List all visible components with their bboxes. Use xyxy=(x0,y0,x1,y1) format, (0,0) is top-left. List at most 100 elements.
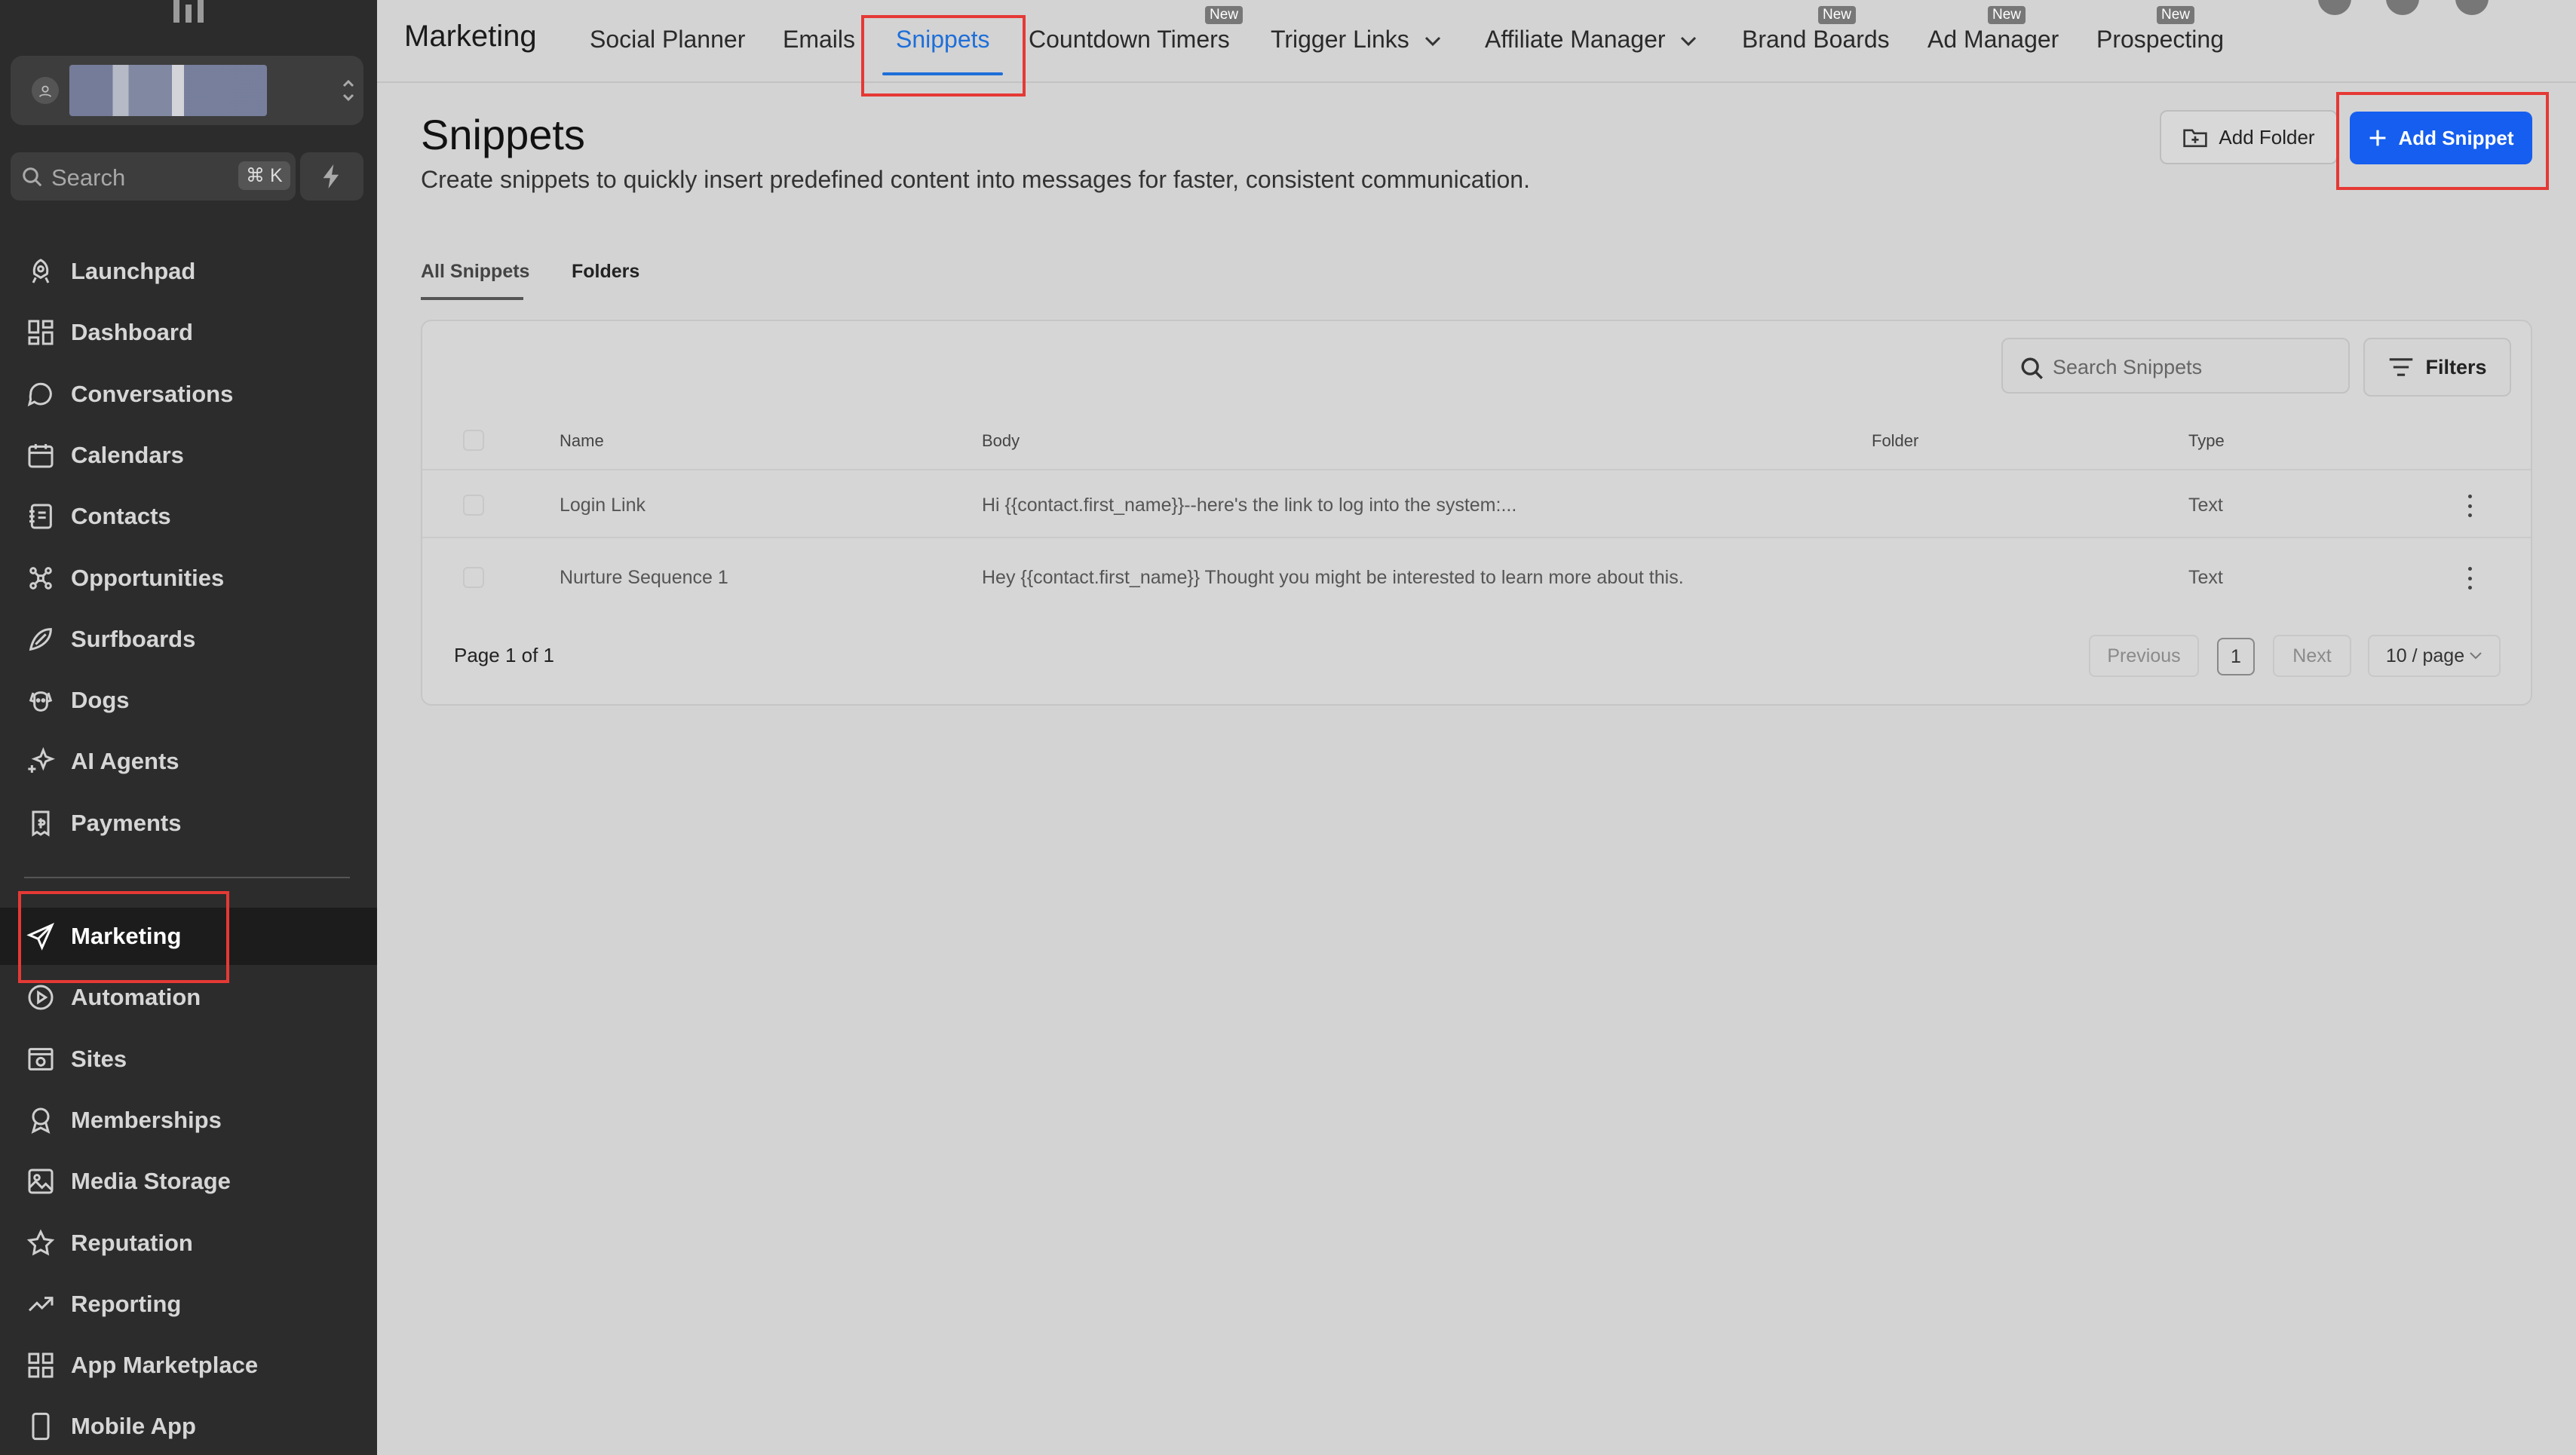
sidebar-item-ai-agents[interactable]: AI Agents xyxy=(0,733,377,790)
location-icon xyxy=(32,77,59,104)
filters-label: Filters xyxy=(2425,355,2487,378)
sidebar-search-placeholder: Search xyxy=(51,164,126,191)
rocket-icon xyxy=(26,256,56,286)
sidebar-item-label: Launchpad xyxy=(71,258,196,284)
new-badge: New xyxy=(1205,6,1244,24)
tab-trigger-links[interactable]: Trigger Links xyxy=(1271,26,1442,54)
snippets-card: Filters Name Body Folder Type Login Link… xyxy=(421,320,2532,706)
previous-page-button[interactable]: Previous xyxy=(2089,635,2199,677)
sidebar-item-sites[interactable]: Sites xyxy=(0,1031,377,1088)
search-snippets-input[interactable] xyxy=(2053,353,2339,381)
subtab-all-snippets[interactable]: All Snippets xyxy=(421,261,529,283)
row-actions-kebab-icon[interactable] xyxy=(2466,567,2473,590)
tab-countdown-timers[interactable]: Countdown Timers xyxy=(1029,26,1230,54)
header-avatar[interactable] xyxy=(2386,0,2419,15)
sidebar-item-label: AI Agents xyxy=(71,748,179,775)
highlight-marketing xyxy=(18,891,229,983)
tab-social-planner[interactable]: Social Planner xyxy=(590,26,745,54)
add-folder-label: Add Folder xyxy=(2219,125,2315,149)
page-title: Snippets xyxy=(421,111,585,158)
page-info: Page 1 of 1 xyxy=(454,644,554,666)
row-name[interactable]: Login Link xyxy=(560,495,646,516)
tab-prospecting[interactable]: Prospecting xyxy=(2096,26,2224,54)
page-number-button[interactable]: 1 xyxy=(2217,638,2255,675)
search-icon xyxy=(23,167,42,187)
sidebar-item-launchpad[interactable]: Launchpad xyxy=(0,243,377,300)
row-checkbox[interactable] xyxy=(463,495,484,516)
sidebar-item-mobile-app[interactable]: Mobile App xyxy=(0,1398,377,1455)
account-name-redacted xyxy=(69,65,267,116)
sidebar-item-label: Reporting xyxy=(71,1290,182,1317)
sidebar-item-label: Contacts xyxy=(71,503,171,530)
snippet-search[interactable] xyxy=(2001,338,2350,394)
row-body: Hey {{contact.first_name}} Thought you m… xyxy=(982,567,1684,588)
highlight-snippets-tab xyxy=(861,15,1026,96)
tab-emails[interactable]: Emails xyxy=(783,26,855,54)
sidebar-item-reputation[interactable]: Reputation xyxy=(0,1215,377,1272)
sidebar-item-app-marketplace[interactable]: App Marketplace xyxy=(0,1337,377,1394)
logo-icon xyxy=(173,0,204,23)
col-header-body[interactable]: Body xyxy=(982,431,1020,451)
trend-line-icon xyxy=(26,1289,56,1319)
row-checkbox[interactable] xyxy=(463,567,484,588)
chevron-down-icon xyxy=(1424,36,1440,46)
quick-actions-button[interactable] xyxy=(300,152,363,201)
sidebar-item-memberships[interactable]: Memberships xyxy=(0,1092,377,1149)
sidebar-item-label: Reputation xyxy=(71,1229,193,1256)
header-avatar[interactable] xyxy=(2455,0,2489,15)
sidebar-item-dashboard[interactable]: Dashboard xyxy=(0,304,377,361)
col-header-name[interactable]: Name xyxy=(560,431,604,451)
filters-button[interactable]: Filters xyxy=(2363,338,2511,397)
select-all-checkbox[interactable] xyxy=(463,430,484,451)
sidebar-item-surfboards[interactable]: Surfboards xyxy=(0,611,377,668)
opportunities-icon xyxy=(26,563,56,593)
row-actions-kebab-icon[interactable] xyxy=(2466,495,2473,517)
sidebar-search[interactable]: Search ⌘ K xyxy=(11,152,296,201)
image-icon xyxy=(26,1166,56,1196)
tab-ad-manager[interactable]: Ad Manager xyxy=(1927,26,2059,54)
sidebar-item-payments[interactable]: Payments xyxy=(0,795,377,852)
award-icon xyxy=(26,1105,56,1135)
chat-bubble-icon xyxy=(26,379,56,409)
sidebar-item-label: Calendars xyxy=(71,441,184,468)
lightning-icon xyxy=(323,164,339,188)
highlight-add-snippet xyxy=(2336,92,2549,190)
sidebar-divider xyxy=(24,877,350,878)
sidebar-item-label: Media Storage xyxy=(71,1168,231,1195)
sidebar-item-conversations[interactable]: Conversations xyxy=(0,366,377,423)
next-page-button[interactable]: Next xyxy=(2273,635,2351,677)
header-avatar[interactable] xyxy=(2318,0,2351,15)
subtab-folders[interactable]: Folders xyxy=(572,261,639,283)
col-header-folder[interactable]: Folder xyxy=(1872,431,1918,451)
sidebar-item-reporting[interactable]: Reporting xyxy=(0,1276,377,1333)
tab-trigger-links-label: Trigger Links xyxy=(1271,26,1409,53)
row-type: Text xyxy=(2188,567,2223,588)
row-divider xyxy=(422,469,2531,470)
page-size-select[interactable]: 10 / page xyxy=(2368,635,2501,677)
row-name[interactable]: Nurture Sequence 1 xyxy=(560,567,728,589)
add-folder-button[interactable]: Add Folder xyxy=(2160,110,2338,164)
sidebar-item-label: Opportunities xyxy=(71,564,225,591)
sidebar-item-calendars[interactable]: Calendars xyxy=(0,427,377,484)
search-shortcut: ⌘ K xyxy=(238,161,290,190)
sidebar-item-media-storage[interactable]: Media Storage xyxy=(0,1153,377,1210)
sidebar-item-dogs[interactable]: Dogs xyxy=(0,672,377,729)
col-header-type[interactable]: Type xyxy=(2188,431,2225,451)
globe-window-icon xyxy=(26,1044,56,1074)
sidebar-item-label: Sites xyxy=(71,1045,127,1072)
new-badge: New xyxy=(1818,6,1857,24)
tab-brand-boards[interactable]: Brand Boards xyxy=(1742,26,1890,54)
tab-affiliate-manager-label: Affiliate Manager xyxy=(1485,26,1666,53)
tab-affiliate-manager[interactable]: Affiliate Manager xyxy=(1485,26,1697,54)
app-title: Marketing xyxy=(404,20,537,53)
contact-book-icon xyxy=(26,501,56,531)
account-switcher[interactable] xyxy=(11,56,363,125)
receipt-icon xyxy=(26,808,56,838)
chevron-down-icon xyxy=(1681,36,1697,46)
page-size-label: 10 / page xyxy=(2385,645,2465,666)
top-nav: Marketing Social Planner Emails Snippets… xyxy=(377,0,2576,83)
sidebar-item-label: Conversations xyxy=(71,380,234,407)
sidebar-item-contacts[interactable]: Contacts xyxy=(0,488,377,545)
sidebar-item-label: Memberships xyxy=(71,1106,222,1133)
sidebar-item-opportunities[interactable]: Opportunities xyxy=(0,550,377,607)
